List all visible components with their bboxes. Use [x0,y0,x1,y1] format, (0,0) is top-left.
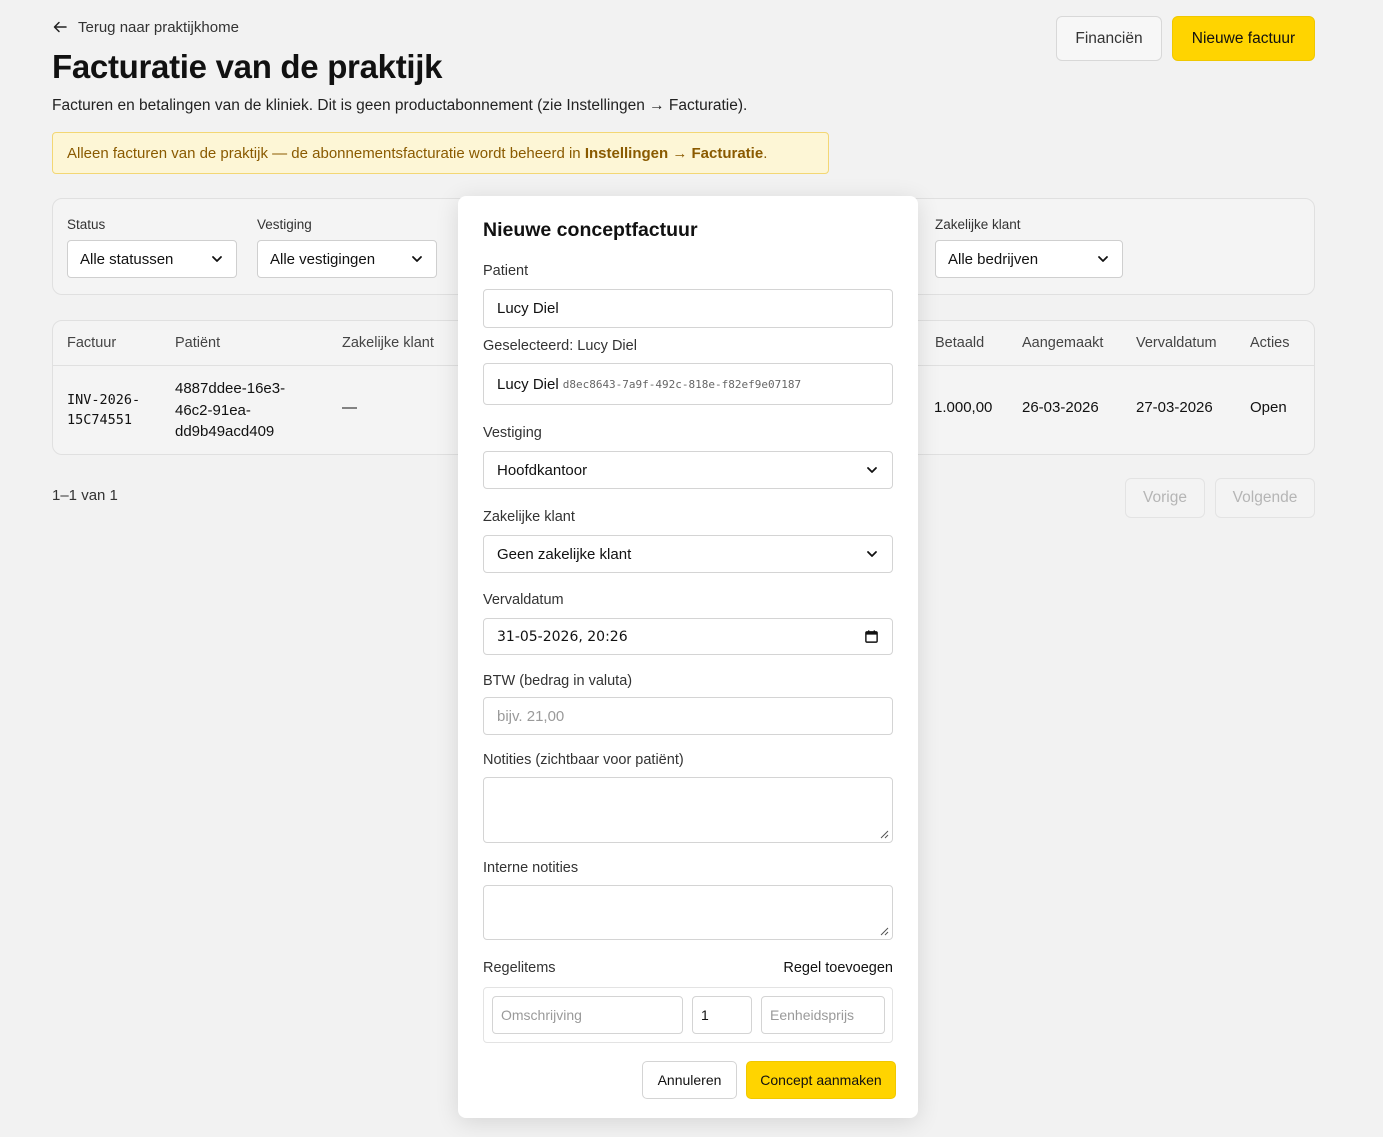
line-unit-price-placeholder: Eenheidsprijs [770,1007,855,1023]
new-draft-invoice-modal: Nieuwe conceptfactuur Patient Lucy Diel … [458,196,918,1118]
internal-notes-textarea[interactable] [483,885,893,940]
status-filter: Status Alle statussen [67,217,237,278]
patient-id-line: 46c2-91ea- [175,401,251,419]
page-title: Facturatie van de praktijk [52,48,443,85]
created-cell: 26-03-2026 [1022,399,1099,416]
selected-patient-id: d8ec8643-7a9f-492c-818e-f82ef9e07187 [562,377,802,391]
internal-notes-label: Interne notities [483,860,579,876]
chevron-down-icon [212,256,222,262]
selected-patient-name: Lucy Diel [497,375,559,393]
vat-placeholder: bijv. 21,00 [497,707,565,725]
chevron-down-icon [867,467,877,473]
col-header-due: Vervaldatum [1136,335,1217,351]
location-select-value: Alle vestigingen [270,250,376,268]
back-link-label: Terug naar praktijkhome [78,18,239,36]
cancel-button[interactable]: Annuleren [642,1061,737,1099]
back-link[interactable]: Terug naar praktijkhome [52,16,239,38]
new-invoice-button[interactable]: Nieuwe factuur [1172,16,1315,61]
patient-notes-textarea[interactable] [483,777,893,843]
due-date-label: Vervaldatum [483,592,564,608]
business-client-select-value: Geen zakelijke klant [497,545,632,563]
add-line-button[interactable]: Regel toevoegen [783,960,893,976]
col-header-paid: Betaald [935,335,985,351]
location-select[interactable]: Hoofdkantoor [483,451,893,489]
calendar-icon[interactable] [864,629,879,644]
col-header-actions: Acties [1250,335,1290,351]
modal-title: Nieuwe conceptfactuur [483,219,698,241]
notice-link: Instellingen → Facturatie [584,144,764,162]
patient-search-value: Lucy Diel [497,300,559,317]
selected-patient-option[interactable]: Lucy Diel d8ec8643-7a9f-492c-818e-f82ef9… [483,363,893,405]
info-notice: Alleen facturen van de praktijk — de abo… [52,132,829,174]
location-filter-label: Vestiging [257,217,312,232]
paid-cell: 1.000,00 [934,399,993,416]
create-draft-button[interactable]: Concept aanmaken [746,1061,896,1099]
status-select[interactable]: Alle statussen [67,240,237,278]
col-header-created: Aangemaakt [1022,335,1104,351]
patient-notes-label: Notities (zichtbaar voor patiënt) [483,752,684,768]
chevron-down-icon [412,256,422,262]
patient-id-line: dd9b49acd409 [175,423,275,440]
location-filter: Vestiging Alle vestigingen [257,217,437,278]
vat-label: BTW (bedrag in valuta) [483,673,633,689]
invoice-number-line: INV-2026- [67,392,141,408]
pagination-info: 1–1 van 1 [52,487,118,504]
vat-input[interactable]: bijv. 21,00 [483,697,893,735]
line-description-placeholder: Omschrijving [501,1007,582,1023]
patient-id: 4887ddee-16e3- 46c2-91ea- dd9b49acd409 [175,378,285,443]
invoice-number: INV-2026- 15C74551 [67,390,140,430]
col-header-business-client: Zakelijke klant [342,335,434,351]
line-quantity-value: 1 [701,1007,709,1023]
location-label: Vestiging [483,425,542,441]
resize-handle-icon[interactable] [879,926,889,936]
patient-label: Patient [483,263,529,279]
patient-search-input[interactable]: Lucy Diel [483,289,893,328]
business-client-label: Zakelijke klant [483,509,575,525]
due-date-value: 31-05-2026, 20:26 [497,628,628,645]
business-client-filter: Zakelijke klant Alle bedrijven [935,217,1123,278]
patient-id-line: 4887ddee-16e3- [175,380,286,397]
business-client-filter-label: Zakelijke klant [935,217,1021,232]
notice-suffix: . [763,144,768,162]
business-client-select-value: Alle bedrijven [948,250,1039,268]
line-items-label: Regelitems [483,960,556,976]
notice-text: Alleen facturen van de praktijk — de abo… [67,144,585,162]
resize-handle-icon[interactable] [879,829,889,839]
location-select-value: Hoofdkantoor [497,461,588,479]
due-cell: 27-03-2026 [1136,399,1213,416]
page-subtitle: Facturen en betalingen van de kliniek. D… [52,97,748,114]
page: Terug naar praktijkhome Facturatie van d… [0,0,1383,1137]
invoice-number-line: 15C74551 [67,412,133,428]
line-quantity-input[interactable]: 1 [692,996,752,1034]
due-date-input[interactable]: 31-05-2026, 20:26 [483,618,893,655]
selected-patient-label: Geselecteerd: Lucy Diel [483,338,637,354]
chevron-down-icon [867,551,877,557]
business-client-cell: — [342,399,357,416]
col-header-invoice: Factuur [67,335,117,351]
business-client-select[interactable]: Geen zakelijke klant [483,535,893,573]
line-description-input[interactable]: Omschrijving [492,996,683,1034]
status-filter-label: Status [67,217,106,232]
line-item-row: Omschrijving 1 Eenheidsprijs [483,987,893,1043]
col-header-patient: Patiënt [175,335,221,351]
next-page-button[interactable]: Volgende [1215,478,1315,518]
arrow-left-icon [53,21,67,33]
location-select[interactable]: Alle vestigingen [257,240,437,278]
line-unit-price-input[interactable]: Eenheidsprijs [761,996,885,1034]
business-client-select[interactable]: Alle bedrijven [935,240,1123,278]
prev-page-button[interactable]: Vorige [1125,478,1205,518]
chevron-down-icon [1098,256,1108,262]
open-action-link[interactable]: Open [1250,399,1287,416]
status-select-value: Alle statussen [80,250,174,268]
finance-button[interactable]: Financiën [1056,16,1162,61]
